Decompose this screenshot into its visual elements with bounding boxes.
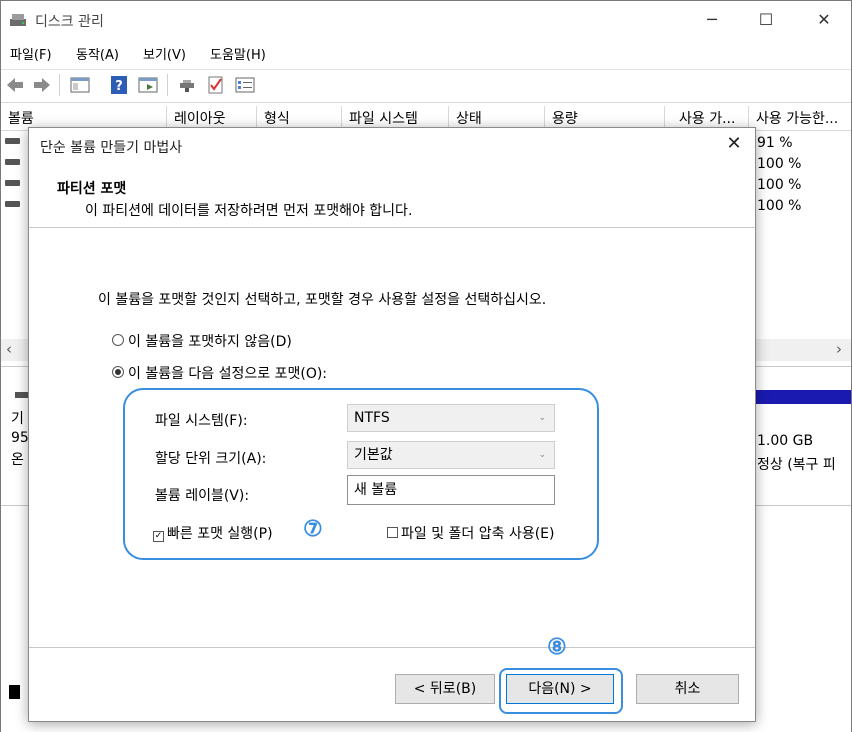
radio-format-label: 이 볼륨을 다음 설정으로 포맷(O):	[128, 366, 328, 382]
volume-row-percent-free: 100 %	[757, 177, 802, 193]
volume-label-label: 볼륨 레이블(V):	[155, 488, 250, 504]
wizard-close-button[interactable]: ✕	[723, 132, 745, 156]
partition-header-bar	[753, 390, 851, 404]
allocation-unit-label: 할당 단위 크기(A):	[155, 451, 267, 467]
disk-status-fragment: 온	[11, 452, 24, 468]
volume-label-input[interactable]: 새 볼륨	[347, 475, 555, 505]
checkbox-unchecked[interactable]	[387, 527, 398, 538]
chevron-down-icon: ⌄	[538, 450, 546, 460]
quick-format-label: 빠른 포맷 실행(P)	[167, 526, 273, 542]
menu-view[interactable]: 보기(V)	[143, 44, 186, 63]
allocation-unit-value: 기본값	[354, 447, 393, 463]
wizard-title-bar: 단순 볼륨 만들기 마법사 ✕	[29, 128, 755, 162]
volume-drive-icon	[5, 201, 20, 207]
volume-drive-icon	[5, 180, 20, 186]
footer-divider-highlight	[29, 648, 755, 649]
disk-size-fragment: 95	[11, 430, 29, 446]
compression-checkbox[interactable]: 파일 및 폴더 압축 사용(E)	[387, 523, 555, 543]
volume-row-percent-free: 100 %	[757, 198, 802, 214]
radio-do-not-format-label: 이 볼륨을 포맷하지 않음(D)	[128, 334, 292, 350]
menu-help[interactable]: 도움말(H)	[210, 44, 266, 63]
step-7-badge: ⑦	[303, 516, 323, 542]
step-8-badge: ⑧	[547, 634, 567, 660]
check-icon[interactable]	[206, 75, 226, 95]
file-system-value: NTFS	[354, 410, 390, 426]
column-percent-free[interactable]: 사용 가능한...	[749, 106, 851, 130]
console-tree-icon[interactable]	[70, 75, 90, 95]
back-button[interactable]: < 뒤로(B)	[395, 674, 495, 704]
next-button[interactable]: 다음(N) >	[506, 674, 614, 704]
legend-unallocated-swatch	[9, 685, 20, 699]
partition-status: 정상 (복구 피	[757, 457, 836, 473]
title-bar: 디스크 관리 ─ ☐ ✕	[1, 1, 851, 39]
window-title: 디스크 관리	[35, 14, 104, 30]
menu-file[interactable]: 파일(F)	[10, 44, 52, 63]
scroll-right-icon[interactable]: ›	[836, 340, 842, 358]
page-subheading: 이 파티션에 데이터를 저장하려면 먼저 포맷해야 합니다.	[85, 203, 413, 219]
compression-label: 파일 및 폴더 압축 사용(E)	[401, 526, 555, 542]
file-system-dropdown[interactable]: NTFS ⌄	[347, 404, 555, 432]
cancel-button[interactable]: 취소	[636, 674, 739, 704]
menu-action[interactable]: 동작(A)	[76, 44, 119, 63]
partition-size: 1.00 GB	[757, 433, 814, 449]
wizard-title: 단순 볼륨 만들기 마법사	[40, 140, 183, 156]
header-divider-highlight	[29, 228, 755, 229]
svg-text:?: ?	[115, 79, 123, 94]
help-icon[interactable]: ?	[109, 75, 129, 95]
radio-button-selected[interactable]	[112, 366, 124, 378]
allocation-unit-dropdown[interactable]: 기본값 ⌄	[347, 441, 555, 469]
toolbar-separator	[59, 74, 60, 96]
radio-do-not-format[interactable]: 이 볼륨을 포맷하지 않음(D)	[112, 331, 292, 351]
volume-drive-icon	[5, 159, 20, 165]
back-arrow-icon[interactable]	[5, 75, 25, 95]
file-system-label: 파일 시스템(F):	[155, 413, 248, 429]
radio-format-with-settings[interactable]: 이 볼륨을 다음 설정으로 포맷(O):	[112, 363, 327, 383]
radio-button-off[interactable]	[112, 334, 124, 346]
chevron-down-icon: ⌄	[538, 413, 546, 423]
connect-drive-icon[interactable]	[177, 75, 197, 95]
disk-icon	[15, 392, 29, 398]
volume-row-percent-free: 100 %	[757, 156, 802, 172]
scroll-left-icon[interactable]: ‹	[6, 340, 12, 358]
quick-format-checkbox[interactable]: ✓ 빠른 포맷 실행(P)	[153, 523, 273, 543]
action-pane-icon[interactable]	[138, 75, 158, 95]
forward-arrow-icon[interactable]	[32, 75, 52, 95]
volume-drive-icon	[5, 138, 20, 144]
new-simple-volume-wizard: 단순 볼륨 만들기 마법사 ✕ 파티션 포맷 이 파티션에 데이터를 저장하려면…	[28, 127, 756, 722]
properties-icon[interactable]	[235, 75, 255, 95]
disk-label-fragment: 기	[11, 411, 24, 427]
disk-management-app-icon	[10, 14, 26, 26]
toolbar: ?	[1, 69, 851, 103]
volume-row-percent-free: 91 %	[757, 135, 793, 151]
instruction-text: 이 볼륨을 포맷할 것인지 선택하고, 포맷할 경우 사용할 설정을 선택하십시…	[98, 292, 547, 308]
minimize-button[interactable]: ─	[689, 1, 735, 39]
toolbar-separator	[167, 74, 168, 96]
checkbox-checked[interactable]: ✓	[153, 531, 164, 542]
menu-bar: 파일(F) 동작(A) 보기(V) 도움말(H)	[1, 39, 851, 67]
maximize-button[interactable]: ☐	[743, 1, 789, 39]
close-window-button[interactable]: ✕	[801, 1, 847, 39]
page-heading: 파티션 포맷	[57, 181, 127, 197]
